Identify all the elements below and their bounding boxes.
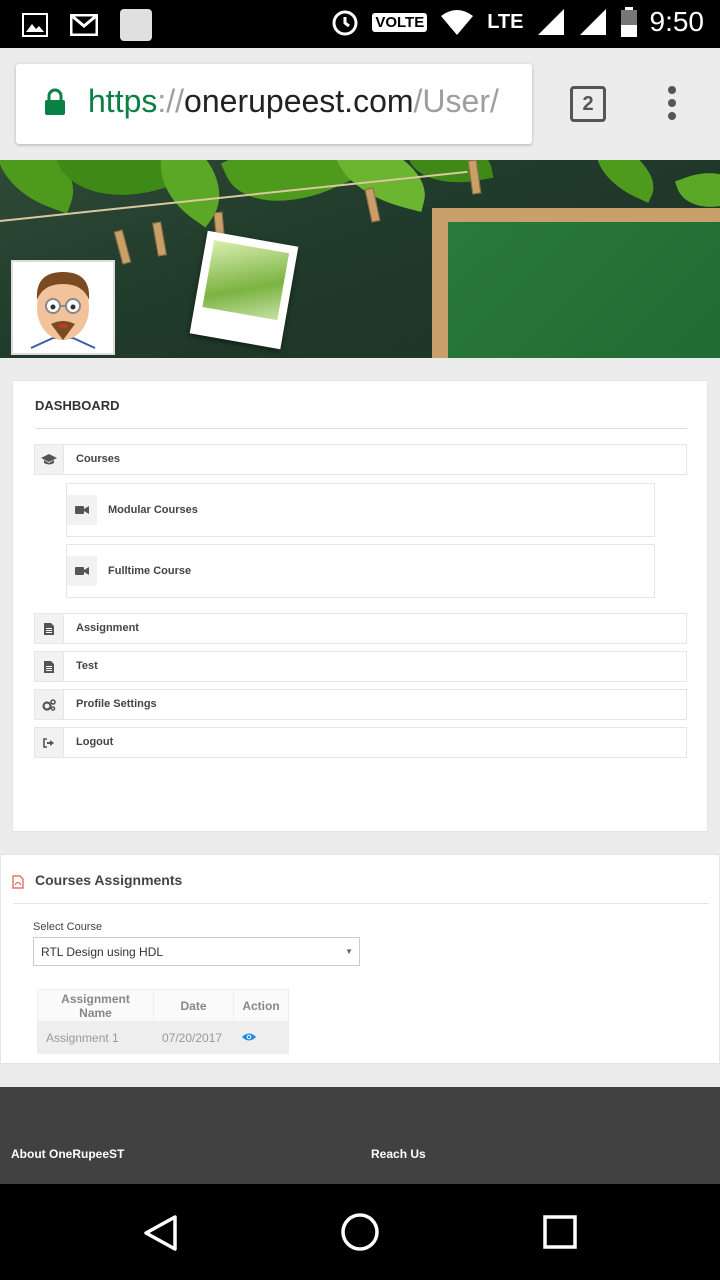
wifi-icon [441,10,474,35]
eye-icon[interactable] [242,1032,256,1042]
avatar[interactable] [11,260,115,355]
dashboard-title: DASHBOARD [35,398,120,413]
url-separator: :// [157,83,185,119]
gallery-notification-icon [22,13,48,37]
url-host: onerupeest.com [184,83,414,119]
polaroid-photo [189,230,299,350]
column-header: Action [233,989,289,1022]
menu-item-profile-settings[interactable]: Profile Settings [34,689,687,720]
url-path: /User/ [413,83,499,119]
graduation-cap-icon [35,445,64,474]
menu-item-assignment[interactable]: Assignment [34,613,687,644]
system-navigation-bar [0,1184,720,1280]
footer-heading-about: About OneRupeeST [11,1147,125,1161]
video-camera-icon [67,495,97,525]
app-notification-icon [120,9,152,41]
sign-out-icon [35,728,64,757]
column-header: Assignment Name [37,989,154,1022]
tab-switcher-button[interactable]: 2 [570,86,606,122]
assignment-name-cell: Assignment 1 [37,1021,154,1054]
menu-item-test[interactable]: Test [34,651,687,682]
status-bar: VOLTE LTE 9:50 [0,0,720,48]
assignment-date-cell: 07/20/2017 [153,1021,234,1054]
gmail-notification-icon [70,14,98,36]
menu-item-fulltime-course[interactable]: Fulltime Course [66,544,655,598]
url-text[interactable]: https://onerupeest.com/User/ [88,83,499,120]
action-cell [233,1021,289,1054]
menu-item-label: Fulltime Course [108,565,192,577]
battery-icon [620,7,637,37]
profile-banner [0,160,720,358]
url-scheme: https [88,83,158,119]
menu-item-label: Profile Settings [76,698,157,710]
courses-assignments-panel: Courses Assignments Select Course RTL De… [0,854,720,1064]
site-footer: About OneRupeeST Reach Us [0,1087,720,1184]
volte-badge: VOLTE [372,12,428,32]
chalkboard [432,208,720,358]
menu-item-label: Test [76,660,98,672]
back-icon[interactable] [142,1214,178,1252]
table-header-row: Assignment Name Date Action [37,989,289,1022]
divider [13,903,709,904]
cogs-icon [35,690,64,719]
document-icon [35,614,64,643]
section-title: Courses Assignments [35,872,183,888]
signal-icon [537,9,564,35]
menu-item-label: Assignment [76,622,139,634]
divider [35,428,687,429]
menu-item-courses[interactable]: Courses [34,444,687,475]
footer-heading-reach-us: Reach Us [371,1147,426,1161]
course-select[interactable]: RTL Design using HDL ▼ [33,937,360,966]
menu-item-logout[interactable]: Logout [34,727,687,758]
overflow-menu-icon[interactable] [668,86,678,125]
column-header: Date [153,989,234,1022]
video-camera-icon [67,556,97,586]
network-type-label: LTE [487,11,524,33]
table-row: Assignment 1 07/20/2017 [37,1021,289,1054]
recents-icon[interactable] [542,1214,578,1250]
home-icon[interactable] [340,1212,380,1252]
document-icon [35,652,64,681]
signal-icon-secondary [579,9,606,35]
menu-item-label: Modular Courses [108,504,198,516]
address-bar[interactable]: https://onerupeest.com/User/ [16,64,532,144]
menu-item-label: Courses [76,453,121,465]
browser-toolbar: https://onerupeest.com/User/ 2 [0,48,720,160]
clock: 9:50 [649,6,705,37]
lock-icon [45,88,65,115]
menu-item-modular-courses[interactable]: Modular Courses [66,483,655,537]
alarm-icon [332,10,358,36]
dropdown-caret-icon: ▼ [345,947,353,956]
dashboard-panel: DASHBOARD Courses Modular Courses Fullti… [12,380,708,832]
course-select-value: RTL Design using HDL [41,945,164,959]
select-course-label: Select Course [33,921,103,933]
assignments-table: Assignment Name Date Action Assignment 1… [37,989,289,1054]
menu-item-label: Logout [76,736,114,748]
pdf-file-icon [12,875,24,889]
